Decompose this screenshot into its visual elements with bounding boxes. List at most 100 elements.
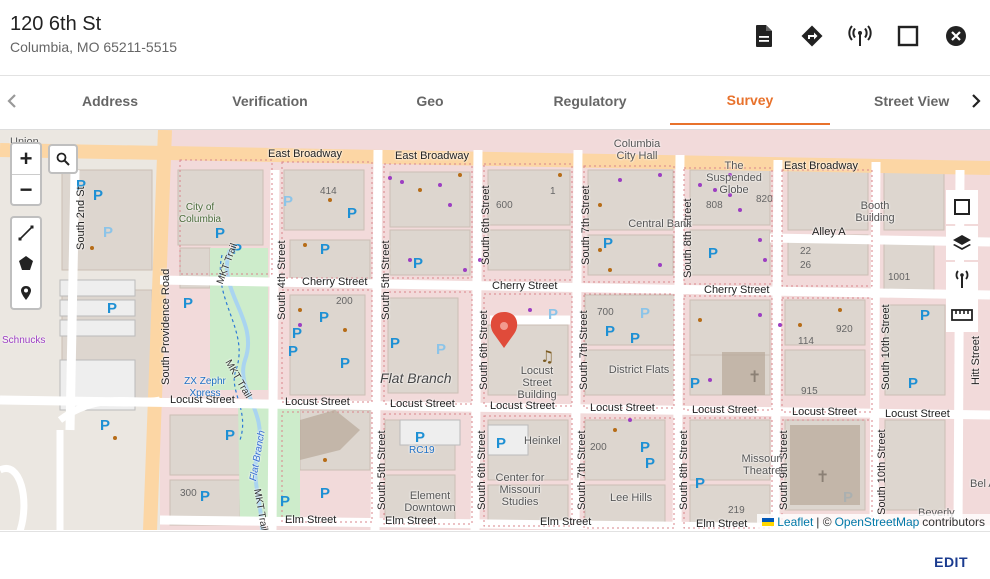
map-label-locust-3: Locust Street: [390, 398, 455, 410]
tab-address[interactable]: Address: [50, 77, 170, 125]
map-label-s5th-1: South 5th Street: [380, 240, 392, 321]
map-label-cherry-3: Cherry Street: [704, 284, 770, 296]
tab-regulatory[interactable]: Regulatory: [510, 77, 670, 125]
svg-text:P: P: [548, 306, 558, 323]
map-label-locust-street-building: Locust Street Building: [517, 365, 557, 401]
svg-text:P: P: [200, 488, 210, 505]
tab-geo[interactable]: Geo: [350, 77, 510, 125]
map-label-columbia-city-hall: Columbia City Hall: [613, 138, 661, 162]
close-circle-icon[interactable]: [932, 22, 980, 50]
map-label-s7th-1: South 7th Street: [580, 185, 592, 266]
map-label-city-of-columbia: City of Columbia: [178, 202, 222, 225]
draw-line-icon[interactable]: [12, 218, 40, 248]
map-label-locust-4: Locust Street: [490, 400, 555, 412]
map-house-number: 26: [800, 260, 812, 271]
map-label-rc19: RC19: [409, 445, 435, 456]
map-label-s10th-2: South 10th Street: [876, 429, 888, 515]
map-label-hitt: Hitt Street: [970, 336, 982, 385]
tab-scroll-right-icon[interactable]: [964, 89, 988, 113]
svg-text:P: P: [413, 255, 423, 272]
map-label-locust-5: Locust Street: [590, 402, 655, 414]
svg-text:P: P: [107, 300, 117, 317]
map-label-center-missouri-studies: Center for Missouri Studies: [495, 472, 545, 508]
address-title: 120 6th St: [10, 13, 102, 35]
map-house-number: 915: [801, 386, 818, 397]
map-label-cherry-2: Cherry Street: [492, 280, 558, 292]
svg-text:P: P: [320, 485, 330, 502]
ruler-icon[interactable]: [946, 298, 978, 332]
map-house-number: 414: [320, 186, 337, 197]
tab-bar: Address Verification Geo Regulatory Surv…: [0, 77, 990, 127]
svg-text:P: P: [630, 330, 640, 347]
footer: EDIT: [0, 531, 990, 579]
map-label-s6th-2: South 6th Street: [478, 310, 490, 391]
svg-text:P: P: [708, 245, 718, 262]
zoom-out-button[interactable]: −: [12, 174, 40, 204]
map-house-number: 200: [590, 442, 607, 453]
map-label-locust-2: Locust Street: [285, 396, 350, 408]
svg-text:P: P: [283, 193, 293, 210]
tab-survey[interactable]: Survey: [670, 77, 830, 125]
directions-icon[interactable]: [788, 22, 836, 50]
svg-text:P: P: [340, 355, 350, 372]
map-label-elm-3: Elm Street: [540, 516, 592, 528]
svg-text:P: P: [215, 225, 225, 242]
map-label-east-broadway-1: East Broadway: [268, 148, 342, 160]
ukraine-flag-icon: [762, 518, 775, 526]
map-house-number: 114: [798, 336, 814, 347]
svg-text:P: P: [320, 241, 330, 258]
svg-text:P: P: [280, 493, 290, 510]
leaflet-link[interactable]: Leaflet: [777, 515, 813, 529]
draw-polygon-icon[interactable]: [12, 248, 40, 278]
map-label-missouri-theatre: Missouri Theatre: [741, 453, 783, 477]
svg-text:P: P: [390, 335, 400, 352]
svg-text:P: P: [100, 417, 110, 434]
map-label-zx-zephr: ZX Zephr Xpress: [184, 376, 226, 399]
map-label-s6th-1: South 6th Street: [480, 185, 492, 266]
map[interactable]: PPP PPP PPP PPP PPP PPP PPP PPP PPP PPP …: [0, 129, 990, 530]
map-house-number: 600: [496, 200, 513, 211]
map-label-elm-1: Elm Street: [285, 514, 337, 526]
map-label-locust-7: Locust Street: [792, 406, 857, 418]
map-house-number: 300: [180, 488, 197, 499]
svg-text:P: P: [288, 343, 298, 360]
map-label-suspended-globe: The Suspended Globe: [706, 160, 762, 196]
svg-text:P: P: [436, 341, 446, 358]
map-house-number: 700: [597, 307, 614, 318]
select-square-icon[interactable]: [946, 190, 978, 224]
svg-text:P: P: [496, 435, 506, 452]
zoom-in-button[interactable]: +: [12, 144, 40, 174]
map-label-s7th-2: South 7th Street: [578, 310, 590, 391]
map-label-alley-a: Alley A: [812, 226, 846, 238]
edit-button[interactable]: EDIT: [934, 554, 968, 570]
osm-link[interactable]: OpenStreetMap: [835, 515, 920, 529]
tab-verification[interactable]: Verification: [190, 77, 350, 125]
svg-text:P: P: [695, 475, 705, 492]
svg-text:P: P: [347, 205, 357, 222]
map-search-icon[interactable]: [48, 144, 78, 174]
attribution-contributors: contributors: [922, 515, 985, 529]
svg-text:P: P: [640, 305, 650, 322]
map-tools-right: [946, 190, 978, 334]
svg-text:P: P: [603, 235, 613, 252]
map-house-number: 920: [836, 324, 853, 335]
map-label-east-broadway-2: East Broadway: [395, 150, 469, 162]
draw-marker-icon[interactable]: [12, 278, 40, 308]
map-house-number: 22: [800, 246, 812, 257]
map-label-elm-4: Elm Street: [696, 518, 748, 530]
map-house-number: 808: [706, 200, 723, 211]
tab-scroll-left-icon[interactable]: [0, 89, 24, 113]
layers-icon[interactable]: [946, 226, 978, 260]
document-icon[interactable]: [740, 22, 788, 50]
map-label-heinkel: Heinkel: [524, 435, 561, 447]
antenna-icon[interactable]: [836, 22, 884, 50]
map-label-booth-building: Booth Building: [855, 200, 895, 224]
map-label-s10th-1: South 10th Street: [880, 304, 892, 390]
signal-icon[interactable]: [946, 262, 978, 296]
map-label-cherry-1: Cherry Street: [302, 276, 368, 288]
square-icon[interactable]: [884, 22, 932, 50]
svg-text:P: P: [93, 187, 103, 204]
draw-toolbar: [10, 216, 42, 310]
map-label-district-flats: District Flats: [608, 364, 670, 376]
map-house-number: 820: [756, 194, 773, 205]
